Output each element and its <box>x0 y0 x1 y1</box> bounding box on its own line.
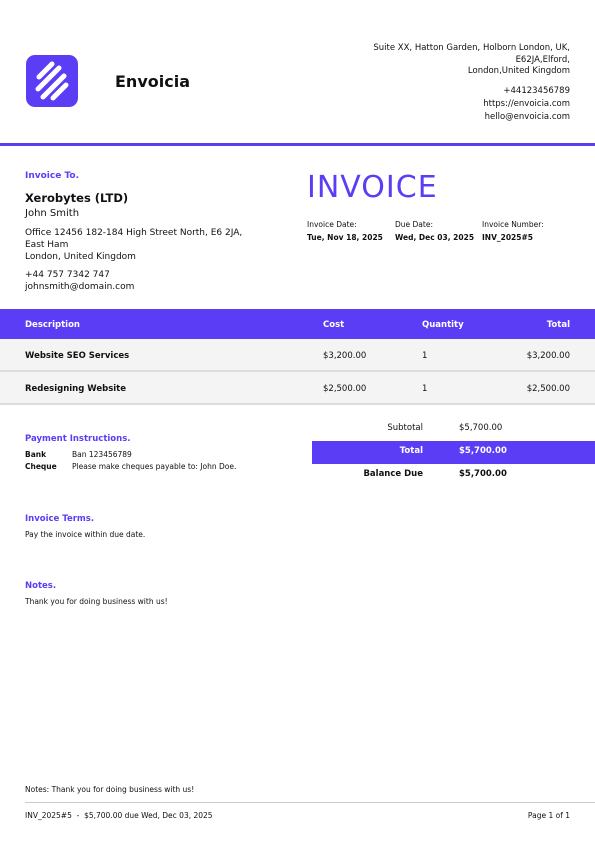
item-quantity: 1 <box>422 384 428 394</box>
invoice-date: Tue, Nov 18, 2025 <box>307 233 383 242</box>
item-description: Website SEO Services <box>25 351 130 361</box>
client-company: Xerobytes (LTD) <box>25 191 129 205</box>
item-description: Redesigning Website <box>25 384 126 394</box>
due-date: Wed, Dec 03, 2025 <box>395 233 475 242</box>
invoice-number-block: Invoice Number: INV_2025#5 <box>482 220 544 242</box>
header-cost: Cost <box>323 320 345 330</box>
page-number: Page 1 of 1 <box>527 811 570 820</box>
payment-key: Bank <box>25 450 47 459</box>
due-date-block: Due Date: Wed, Dec 03, 2025 <box>395 220 474 242</box>
table-header: Description Cost Quantity Total <box>0 309 595 339</box>
company-website[interactable]: https://envoicia.com <box>370 98 570 111</box>
item-cost: $3,200.00 <box>323 351 367 361</box>
company-phone: +44123456789 <box>503 86 570 96</box>
terms-label: Invoice Terms. <box>25 514 95 524</box>
footer-note: Notes: Thank you for doing business with… <box>25 785 195 794</box>
company-address-line: E62JA,Elford, <box>515 54 570 65</box>
payment-item: Cheque Please make cheques payable to: Jo… <box>25 462 236 471</box>
total-value: $5,700.00 <box>459 446 507 456</box>
invoice-date-block: Invoice Date: Tue, Nov 18, 2025 <box>307 220 383 242</box>
notes-text: Thank you for doing business with us! <box>25 597 168 606</box>
payment-item: Bank Ban 123456789 <box>25 450 132 459</box>
company-contact: +44123456789 https://envoicia.com hello@… <box>370 85 570 124</box>
client-phone: +44 757 7342 747 <box>25 270 110 280</box>
item-quantity: 1 <box>422 351 428 361</box>
table-row: Redesigning Website $2,500.00 1 $2,500.0… <box>0 372 595 405</box>
item-cost: $2,500.00 <box>323 384 367 394</box>
balance-value: $5,700.00 <box>459 469 507 479</box>
client-name: John Smith <box>25 208 80 219</box>
due-date-label: Due Date: <box>395 220 433 229</box>
payment-label: Payment Instructions. <box>25 434 131 444</box>
table-row: Website SEO Services $3,200.00 1 $3,200.… <box>0 339 595 372</box>
total-row: Total $5,700.00 <box>312 441 595 464</box>
item-total: $3,200.00 <box>526 351 570 361</box>
client-address: Office 12456 182-184 High Street North, … <box>25 227 245 263</box>
company-email[interactable]: hello@envoicia.com <box>370 111 570 124</box>
notes-label: Notes. <box>25 581 57 591</box>
header-quantity: Quantity <box>422 320 464 330</box>
subtotal-value: $5,700.00 <box>459 423 503 433</box>
line-items-table: Description Cost Quantity Total Website … <box>0 309 595 405</box>
client-city: London, United Kingdom <box>25 252 136 262</box>
balance-label: Balance Due <box>363 469 423 479</box>
company-address-line: Suite XX, Hatton Garden, Holborn London,… <box>373 43 570 53</box>
subtotal-label: Subtotal <box>387 423 423 433</box>
invoice-number: INV_2025#5 <box>482 233 533 242</box>
payment-value: Ban 123456789 <box>72 450 132 459</box>
terms-text: Pay the invoice within due date. <box>25 530 146 539</box>
company-name: Envoicia <box>115 72 190 91</box>
balance-row: Balance Due $5,700.00 <box>312 464 595 487</box>
company-logo <box>26 55 78 107</box>
invoice-title: INVOICE <box>307 170 438 205</box>
client-street: Office 12456 182-184 High Street North, … <box>25 228 243 250</box>
bill-to-label: Invoice To. <box>25 171 80 181</box>
totals-block: Subtotal $5,700.00 Total $5,700.00 Balan… <box>312 418 595 487</box>
company-address-line: London,United Kingdom <box>467 66 570 76</box>
subtotal-row: Subtotal $5,700.00 <box>312 418 595 441</box>
company-address: Suite XX, Hatton Garden, Holborn London,… <box>340 43 570 78</box>
payment-key: Cheque <box>25 462 57 471</box>
client-email[interactable]: johnsmith@domain.com <box>25 282 134 292</box>
footer-divider <box>25 802 595 803</box>
footer-summary: INV_2025#5 - $5,700.00 due Wed, Dec 03, … <box>25 811 213 820</box>
header-total: Total <box>546 320 570 330</box>
payment-value: Please make cheques payable to: John Doe… <box>72 462 237 471</box>
header-description: Description <box>25 320 80 330</box>
invoice-date-label: Invoice Date: <box>307 220 357 229</box>
total-label: Total <box>399 446 423 456</box>
stripes-logo-icon <box>35 61 69 101</box>
item-total: $2,500.00 <box>526 384 570 394</box>
invoice-number-label: Invoice Number: <box>482 220 544 229</box>
invoice-header: Envoicia Suite XX, Hatton Garden, Holbor… <box>0 0 595 146</box>
